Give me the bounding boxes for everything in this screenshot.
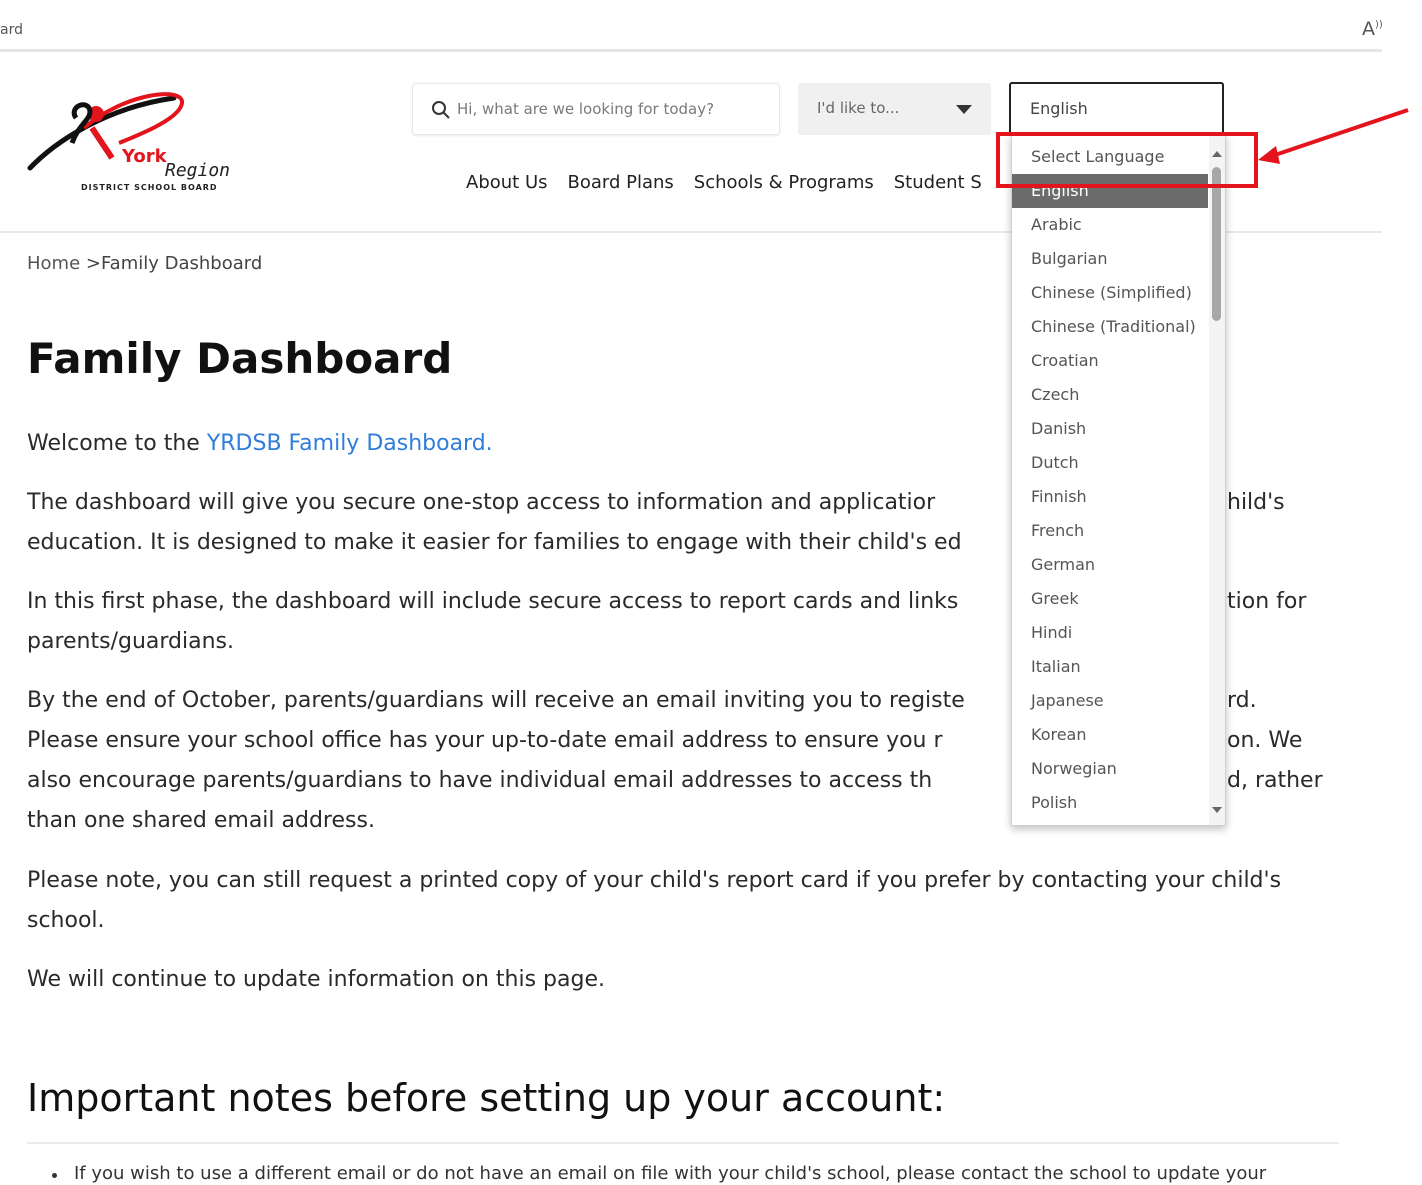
october-line-1: By the end of October, parents/guardians… xyxy=(27,688,965,713)
nav-about-us[interactable]: About Us xyxy=(466,172,548,193)
scroll-down-arrow-icon[interactable] xyxy=(1212,807,1222,813)
logo-text-board: DISTRICT SCHOOL BOARD xyxy=(81,183,218,192)
search-icon xyxy=(432,101,450,119)
language-dropdown-list[interactable]: Select Language English Arabic Bulgarian… xyxy=(1011,134,1226,826)
printed-copy-paragraph: Please note, you can still request a pri… xyxy=(27,868,1282,933)
language-option[interactable]: Chinese (Traditional) xyxy=(1012,310,1208,344)
logo-text-region: Region xyxy=(165,160,231,181)
language-option[interactable]: Danish xyxy=(1012,412,1208,446)
language-option[interactable]: Dutch xyxy=(1012,446,1208,480)
annotation-highlight-box xyxy=(996,132,1258,188)
language-option[interactable]: Norwegian xyxy=(1012,752,1208,786)
read-aloud-icon[interactable]: A)) xyxy=(1362,18,1383,40)
york-region-logo[interactable]: York Region DISTRICT SCHOOL BOARD xyxy=(24,88,239,198)
search-placeholder: Hi, what are we looking for today? xyxy=(457,100,715,118)
annotation-arrow-icon xyxy=(1258,108,1409,164)
breadcrumb-separator: > xyxy=(85,253,101,274)
october-line-3-end: d, rather xyxy=(1227,768,1323,793)
language-option[interactable]: Chinese (Simplified) xyxy=(1012,276,1208,310)
important-notes-heading: Important notes before setting up your a… xyxy=(27,1076,946,1120)
october-line-2: Please ensure your school office has you… xyxy=(27,728,943,753)
phase-line-1-end: tion for xyxy=(1227,589,1307,614)
phase-line-2: parents/guardians. xyxy=(27,629,234,654)
intro-line-1-end: hild's xyxy=(1227,490,1285,515)
page-title: Family Dashboard xyxy=(27,334,453,383)
language-option[interactable]: Polish xyxy=(1012,786,1208,820)
note-bullet-1: If you wish to use a different email or … xyxy=(74,1163,1267,1184)
language-option[interactable]: Finnish xyxy=(1012,480,1208,514)
browser-address-bar: ard A)) xyxy=(0,0,1383,52)
scrollbar-thumb[interactable] xyxy=(1212,167,1221,321)
breadcrumb-home[interactable]: Home xyxy=(27,253,80,274)
breadcrumb-current: Family Dashboard xyxy=(100,253,263,274)
intro-line-2: education. It is designed to make it eas… xyxy=(27,530,962,555)
language-option[interactable]: French xyxy=(1012,514,1208,548)
language-option[interactable]: Korean xyxy=(1012,718,1208,752)
nav-schools-programs[interactable]: Schools & Programs xyxy=(694,172,874,193)
october-line-4: than one shared email address. xyxy=(27,808,375,833)
notes-divider xyxy=(27,1142,1339,1144)
id-like-to-dropdown[interactable]: I'd like to... xyxy=(798,83,991,135)
language-option[interactable]: Bulgarian xyxy=(1012,242,1208,276)
language-option[interactable]: German xyxy=(1012,548,1208,582)
chevron-down-icon xyxy=(956,105,972,114)
site-search[interactable]: Hi, what are we looking for today? xyxy=(412,83,780,135)
id-like-to-label: I'd like to... xyxy=(817,99,900,117)
october-line-1-end: rd. xyxy=(1227,688,1257,713)
language-option[interactable]: Czech xyxy=(1012,378,1208,412)
dropdown-scrollbar[interactable] xyxy=(1209,135,1225,825)
october-line-3: also encourage parents/guardians to have… xyxy=(27,768,933,793)
language-option[interactable]: Italian xyxy=(1012,650,1208,684)
language-select[interactable]: English xyxy=(1009,82,1224,134)
bullet-dot xyxy=(52,1173,57,1178)
intro-line-1: The dashboard will give you secure one-s… xyxy=(27,490,936,515)
breadcrumb: Home >Family Dashboard xyxy=(27,253,262,274)
language-option[interactable]: Arabic xyxy=(1012,208,1208,242)
phase-line-1: In this first phase, the dashboard will … xyxy=(27,589,959,614)
language-option[interactable]: Greek xyxy=(1012,582,1208,616)
language-select-value: English xyxy=(1030,99,1088,118)
address-text[interactable]: ard xyxy=(0,22,23,38)
language-option[interactable]: Hindi xyxy=(1012,616,1208,650)
main-nav: About Us Board Plans Schools & Programs Stu… xyxy=(466,172,1002,193)
language-option[interactable]: Japanese xyxy=(1012,684,1208,718)
family-dashboard-link[interactable]: YRDSB Family Dashboard. xyxy=(207,431,493,456)
welcome-text: Welcome to the xyxy=(27,431,207,456)
nav-student-services[interactable]: Student S xyxy=(894,172,982,193)
october-line-2-end: on. We xyxy=(1227,728,1303,753)
update-info-paragraph: We will continue to update information o… xyxy=(27,967,605,992)
nav-board-plans[interactable]: Board Plans xyxy=(568,172,674,193)
logo-text-york: York xyxy=(122,146,167,167)
language-option[interactable]: Croatian xyxy=(1012,344,1208,378)
